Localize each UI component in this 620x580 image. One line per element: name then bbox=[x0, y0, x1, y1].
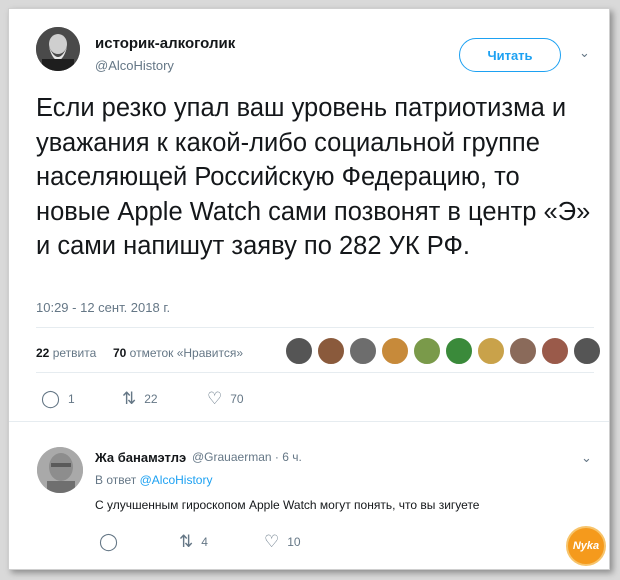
author-avatar[interactable] bbox=[36, 27, 80, 71]
reply-like-count: 10 bbox=[287, 535, 301, 549]
follow-button[interactable]: Читать bbox=[459, 38, 561, 72]
reply-text: С улучшенным гироскопом Apple Watch могу… bbox=[95, 498, 480, 512]
liker-avatar[interactable] bbox=[445, 337, 473, 365]
heart-icon: ♡ bbox=[264, 532, 280, 551]
reply-to-line: В ответ @AlcoHistory bbox=[95, 473, 212, 487]
reply-action[interactable]: ◯ 1 bbox=[41, 389, 75, 409]
retweet-icon: ⇅ bbox=[122, 389, 137, 408]
reply-to-handle[interactable]: @AlcoHistory bbox=[140, 473, 213, 487]
likes-count[interactable]: 70 bbox=[113, 346, 126, 360]
section-divider bbox=[9, 421, 609, 422]
watermark-text: Nyka bbox=[572, 540, 600, 552]
author-handle[interactable]: @AlcoHistory bbox=[95, 58, 174, 73]
retweet-count: 22 bbox=[144, 392, 158, 406]
chevron-down-icon[interactable]: ⌄ bbox=[579, 45, 590, 61]
reply-icon: ◯ bbox=[41, 389, 61, 408]
reply-author-avatar[interactable] bbox=[37, 447, 83, 493]
reply-retweet-count: 4 bbox=[201, 535, 208, 549]
liker-avatar[interactable] bbox=[349, 337, 377, 365]
retweets-label[interactable]: ретвита bbox=[53, 346, 97, 360]
liker-avatar[interactable] bbox=[285, 337, 313, 365]
like-action[interactable]: ♡ 70 bbox=[207, 389, 244, 409]
liker-avatar[interactable] bbox=[509, 337, 537, 365]
divider bbox=[36, 327, 594, 328]
engagement-stats: 22 ретвита 70 отметок «Нравится» bbox=[36, 346, 243, 360]
chevron-down-icon[interactable]: ⌄ bbox=[581, 450, 592, 466]
liker-avatar[interactable] bbox=[317, 337, 345, 365]
liker-avatar[interactable] bbox=[573, 337, 601, 365]
reply-retweet-action[interactable]: ⇅ 4 bbox=[179, 532, 208, 552]
reply-to-prefix: В ответ bbox=[95, 473, 137, 487]
tweet-card: историк-алкоголик @AlcoHistory Читать ⌄ … bbox=[8, 8, 610, 570]
retweet-action[interactable]: ⇅ 22 bbox=[122, 389, 158, 409]
liker-avatar[interactable] bbox=[541, 337, 569, 365]
reply-author-name[interactable]: Жа банамэтлэ bbox=[95, 450, 186, 465]
liker-avatar[interactable] bbox=[381, 337, 409, 365]
reply-count: 1 bbox=[68, 392, 75, 406]
like-count: 70 bbox=[230, 392, 244, 406]
divider bbox=[36, 372, 594, 373]
liker-avatar[interactable] bbox=[477, 337, 505, 365]
likers-avatars bbox=[285, 337, 605, 365]
tweet-timestamp[interactable]: 10:29 - 12 сент. 2018 г. bbox=[36, 300, 170, 315]
reply-author-handle[interactable]: @Grauaerman · 6 ч. bbox=[192, 450, 302, 464]
author-name[interactable]: историк-алкоголик bbox=[95, 35, 235, 52]
reply-icon: ◯ bbox=[99, 532, 119, 551]
likes-label[interactable]: отметок «Нравится» bbox=[130, 346, 243, 360]
reply-like-action[interactable]: ♡ 10 bbox=[264, 532, 301, 552]
reply-reply-action[interactable]: ◯ bbox=[99, 532, 126, 552]
tweet-text: Если резко упал ваш уровень патриотизма … bbox=[36, 94, 591, 260]
liker-avatar[interactable] bbox=[413, 337, 441, 365]
retweet-icon: ⇅ bbox=[179, 532, 194, 551]
watermark-logo: Nyka bbox=[566, 526, 606, 566]
retweets-count[interactable]: 22 bbox=[36, 346, 49, 360]
heart-icon: ♡ bbox=[207, 389, 223, 408]
